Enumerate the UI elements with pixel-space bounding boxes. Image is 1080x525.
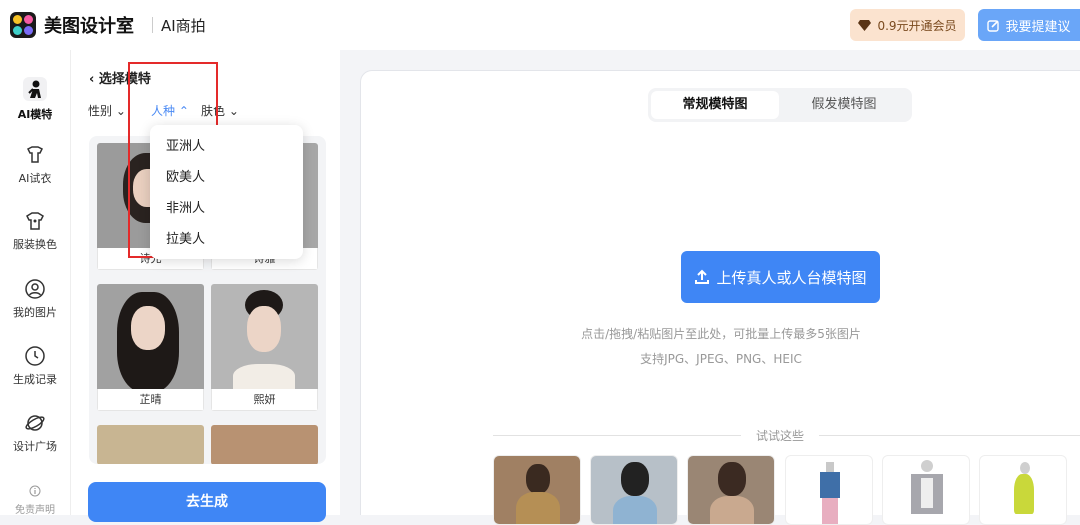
sidebar-item-label: 服装换色 xyxy=(13,238,57,251)
model-thumbnail xyxy=(97,425,204,464)
vip-button[interactable]: 0.9元开通会员 xyxy=(850,9,965,41)
brand-name[interactable]: 美图设计室 xyxy=(44,12,134,38)
sidebar-item-label: AI试衣 xyxy=(18,172,52,185)
sidebar-item-label: AI模特 xyxy=(17,108,53,121)
vip-label: 0.9元开通会员 xyxy=(877,18,957,33)
mode-tabs: 常规模特图 假发模特图 xyxy=(648,88,912,122)
top-bar: 美图设计室 AI商拍 0.9元开通会员 我要提建议 xyxy=(0,0,1080,50)
sidebar-item-label: 生成记录 xyxy=(13,373,57,386)
app-logo[interactable] xyxy=(10,12,36,38)
sidebar-item-history[interactable]: 生成记录 xyxy=(0,345,70,387)
info-icon xyxy=(29,485,41,497)
sidebar-item-design-square[interactable]: 设计广场 xyxy=(0,412,70,454)
model-card[interactable]: 芷晴 xyxy=(97,284,204,411)
sidebar-item-my-images[interactable]: 我的图片 xyxy=(0,278,70,320)
model-name: 芷晴 xyxy=(97,389,204,411)
upload-label: 上传真人或人台模特图 xyxy=(716,268,867,287)
header-divider xyxy=(152,17,153,33)
format-hint: 支持JPG、JPEG、PNG、HEIC xyxy=(640,352,802,366)
try-these-label: 试试这些 xyxy=(741,427,819,444)
planet-icon xyxy=(25,415,45,431)
sidebar-item-disclaimer[interactable]: 免责声明 xyxy=(0,485,70,516)
race-dropdown: 亚洲人 欧美人 非洲人 拉美人 xyxy=(150,125,303,259)
sidebar-item-ai-model[interactable]: AI模特 xyxy=(0,76,70,122)
suggest-label: 我要提建议 xyxy=(1005,19,1071,35)
upload-area[interactable]: 常规模特图 假发模特图 上传真人或人台模特图 点击/拖拽/粘贴图片至此处，可批量… xyxy=(360,70,1080,525)
sidebar-item-label: 设计广场 xyxy=(13,440,57,453)
user-circle-icon xyxy=(25,279,45,299)
model-thumbnail xyxy=(211,284,318,389)
model-card[interactable] xyxy=(211,425,318,464)
dropdown-option[interactable]: 非洲人 xyxy=(150,193,303,224)
chevron-down-icon: ⌄ xyxy=(115,104,126,118)
page-subtitle: AI商拍 xyxy=(161,17,206,35)
sidebar-item-label: 我的图片 xyxy=(13,306,57,319)
sidebar-item-recolor[interactable]: 服装换色 xyxy=(0,210,70,252)
chevron-down-icon: ⌄ xyxy=(228,104,239,118)
diamond-icon xyxy=(858,19,872,31)
upload-icon xyxy=(695,269,710,284)
upload-hint: 点击/拖拽/粘贴图片至此处，可批量上传最多5张图片 xyxy=(581,327,861,341)
tab-regular-model[interactable]: 常规模特图 xyxy=(651,91,779,119)
tab-wig-model[interactable]: 假发模特图 xyxy=(779,91,909,119)
tshirt-icon xyxy=(26,212,44,230)
sidebar-item-ai-tryon[interactable]: AI试衣 xyxy=(0,144,70,186)
dropdown-option[interactable]: 亚洲人 xyxy=(150,131,303,162)
suggest-button[interactable]: 我要提建议 xyxy=(978,9,1080,41)
dropdown-option[interactable]: 欧美人 xyxy=(150,162,303,193)
dropdown-option[interactable]: 拉美人 xyxy=(150,224,303,255)
chevron-left-icon: ‹ xyxy=(89,72,99,87)
edit-icon xyxy=(987,19,1000,32)
clock-icon xyxy=(25,346,45,366)
person-icon xyxy=(23,77,47,101)
model-thumbnail xyxy=(97,284,204,389)
model-card[interactable] xyxy=(97,425,204,464)
filter-gender-label: 性别 xyxy=(88,104,113,118)
model-card[interactable]: 熙妍 xyxy=(211,284,318,411)
upload-button[interactable]: 上传真人或人台模特图 xyxy=(681,251,880,303)
sidebar: AI模特 AI试衣 服装换色 我的图片 生成记录 设计广场 免责声明 xyxy=(0,50,70,516)
hanger-shirt-icon xyxy=(26,146,44,163)
model-name: 熙妍 xyxy=(211,389,318,411)
model-thumbnail xyxy=(211,425,318,464)
generate-button[interactable]: 去生成 xyxy=(88,482,326,522)
sidebar-item-label: 免责声明 xyxy=(15,505,55,516)
filter-gender[interactable]: 性别 ⌄ xyxy=(88,102,126,119)
